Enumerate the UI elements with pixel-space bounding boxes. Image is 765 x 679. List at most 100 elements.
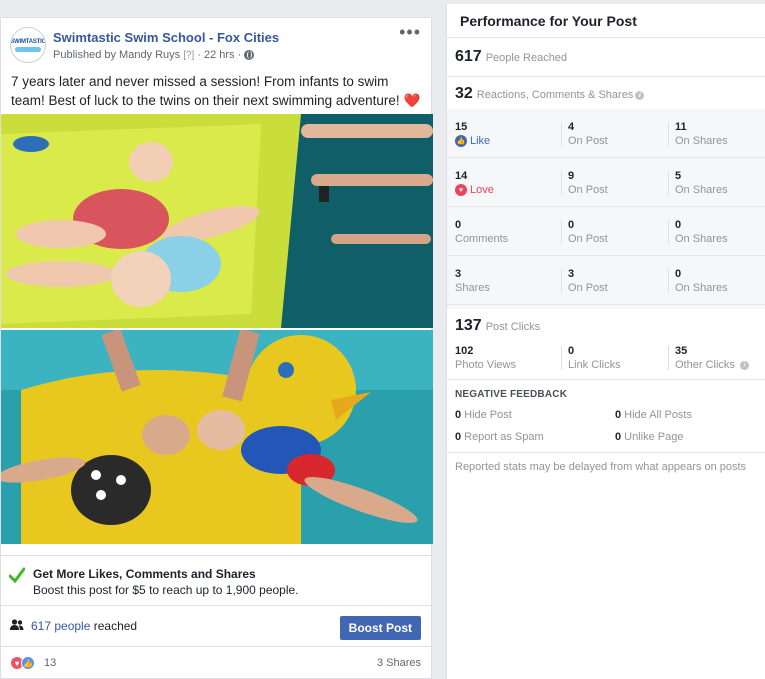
help-marker[interactable]: [?] — [183, 50, 194, 61]
comments-on-post-label: On Post — [568, 233, 608, 245]
likes-value: 15 — [455, 121, 468, 133]
post-clicks-value: 137 — [455, 317, 482, 334]
likes-on-shares-value: 11 — [675, 121, 687, 133]
column-divider — [668, 220, 669, 244]
people-reached-link[interactable]: 617 people — [31, 619, 90, 633]
comments-total: 0 Comments — [455, 219, 508, 245]
meta-separator: · — [197, 49, 201, 61]
column-divider — [668, 269, 669, 293]
meta-separator-2: · — [237, 49, 242, 61]
reaction-icons[interactable]: ♥ 👍 — [10, 656, 35, 670]
panel-divider — [447, 379, 765, 380]
likes-on-post-label: On Post — [568, 135, 608, 147]
likes-on-shares-label: On Shares — [675, 135, 728, 147]
shares-value: 3 — [455, 268, 462, 280]
love-label: ♥ Love — [455, 184, 494, 196]
post-photo-infants[interactable] — [1, 114, 433, 328]
love-on-shares-label: On Shares — [675, 184, 728, 196]
column-divider — [668, 346, 669, 370]
people-reached-value: 617 — [455, 48, 482, 65]
delay-note: Reported stats may be delayed from what … — [455, 461, 747, 473]
shares-row: 3 Shares 3 On Post 0 On Shares — [447, 256, 765, 305]
engagement-breakdown: 15 👍 Like 4 On Post 11 On Shares 14 ♥ Love… — [447, 109, 765, 309]
shares-label: Shares — [455, 282, 490, 294]
page-avatar[interactable]: SWIMTASTIC — [10, 27, 46, 63]
info-icon[interactable]: i — [635, 91, 645, 100]
comments-label: Comments — [455, 233, 509, 245]
hide-all-posts-stat: 0 Hide All Posts — [615, 409, 692, 421]
checkmark-icon — [9, 567, 25, 583]
column-divider — [561, 220, 562, 244]
post-card: SWIMTASTIC Swimtastic Swim School - Fox … — [0, 17, 433, 679]
link-clicks-label: Link Clicks — [568, 359, 621, 371]
more-options-button[interactable]: ••• — [399, 23, 421, 41]
panel-divider — [447, 76, 765, 77]
comments-value: 0 — [455, 219, 462, 231]
published-by[interactable]: Published by Mandy Ruys — [53, 49, 180, 61]
like-icon: 👍 — [455, 135, 467, 147]
love-on-post: 9 On Post — [568, 170, 608, 196]
engagement-label: Reactions, Comments & Shares — [476, 89, 634, 101]
column-divider — [561, 171, 562, 195]
likes-on-shares: 11 On Shares — [675, 121, 728, 147]
love-total: 14 ♥ Love — [455, 170, 494, 196]
globe-icon[interactable] — [244, 50, 255, 60]
likes-label: 👍 Like — [455, 135, 491, 147]
post-photo-girls[interactable] — [1, 330, 433, 544]
link-clicks-value: 0 — [568, 345, 575, 357]
likes-on-post: 4 On Post — [568, 121, 608, 147]
avatar-logo-text: SWIMTASTIC — [10, 38, 46, 45]
shares-on-post: 3 On Post — [568, 268, 608, 294]
info-icon[interactable]: i — [739, 360, 749, 370]
boost-title: Get More Likes, Comments and Shares — [33, 567, 256, 581]
engagement-stat: 32 Reactions, Comments & Shares i — [455, 85, 645, 103]
post-header: SWIMTASTIC Swimtastic Swim School - Fox … — [1, 18, 431, 71]
other-clicks-value: 35 — [675, 345, 688, 357]
shares-on-post-label: On Post — [568, 282, 608, 294]
post-clicks-label: Post Clicks — [485, 321, 541, 333]
people-reached-label: People Reached — [485, 52, 568, 64]
page-name-link[interactable]: Swimtastic Swim School - Fox Cities — [53, 30, 279, 45]
comments-on-post: 0 On Post — [568, 219, 608, 245]
photo-views-value: 102 — [455, 345, 474, 357]
comments-on-shares-value: 0 — [675, 219, 682, 231]
likes-on-post-value: 4 — [568, 121, 575, 133]
boost-post-button[interactable]: Boost Post — [339, 616, 421, 640]
comments-on-post-value: 0 — [568, 219, 575, 231]
reach-text: 617 people reached — [31, 619, 137, 633]
avatar-wave-icon — [15, 46, 41, 52]
engagement-value: 32 — [455, 85, 473, 102]
likes-total: 15 👍 Like — [455, 121, 490, 147]
performance-title: Performance for Your Post — [460, 13, 637, 29]
shares-on-shares-label: On Shares — [675, 282, 728, 294]
reactions-footer: ♥ 👍 13 3 Shares — [1, 648, 431, 678]
photo-views: 102 Photo Views — [455, 345, 516, 371]
column-divider — [561, 122, 562, 146]
love-on-shares: 5 On Shares — [675, 170, 728, 196]
reactions-count[interactable]: 13 — [44, 657, 56, 669]
column-divider — [561, 346, 562, 370]
reached-word: reached — [93, 619, 138, 633]
comments-on-shares: 0 On Shares — [675, 219, 728, 245]
post-meta: Published by Mandy Ruys [?] · 22 hrs · — [53, 49, 255, 61]
reach-row: 617 people reached Boost Post — [1, 606, 431, 646]
like-reaction-icon: 👍 — [21, 656, 35, 670]
other-clicks: 35 Other Clicks i — [675, 345, 749, 371]
people-reached-stat: 617 People Reached — [455, 48, 567, 66]
report-spam-stat: 0 Report as Spam — [455, 431, 544, 443]
photo-views-label: Photo Views — [455, 359, 516, 371]
shares-on-post-value: 3 — [568, 268, 575, 280]
shares-count[interactable]: 3 Shares — [377, 657, 421, 669]
love-icon: ♥ — [455, 184, 467, 196]
love-value: 14 — [455, 170, 468, 182]
love-row: 14 ♥ Love 9 On Post 5 On Shares — [447, 158, 765, 207]
shares-total: 3 Shares — [455, 268, 490, 294]
likes-row: 15 👍 Like 4 On Post 11 On Shares — [447, 109, 765, 158]
panel-divider — [447, 452, 765, 453]
people-icon — [10, 619, 24, 630]
shares-on-shares-value: 0 — [675, 268, 682, 280]
column-divider — [561, 269, 562, 293]
unlike-page-stat: 0 Unlike Page — [615, 431, 684, 443]
post-time[interactable]: 22 hrs — [204, 49, 235, 61]
column-divider — [668, 122, 669, 146]
